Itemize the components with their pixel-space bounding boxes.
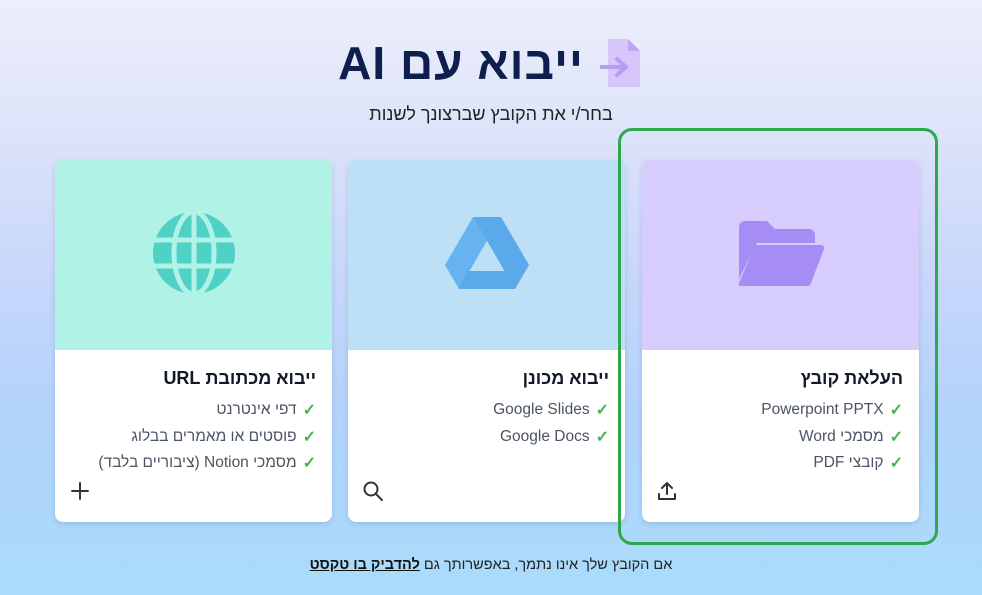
search-icon[interactable] (362, 480, 384, 502)
check-icon: ✓ (302, 428, 316, 446)
page-title: ייבוא עם AI (338, 37, 584, 89)
card-title: ייבוא מכונן (522, 368, 609, 388)
page-subtitle: בחר/י את הקובץ שברצונך לשנות (369, 104, 613, 124)
card-title: ייבוא מכתובת URL (163, 368, 316, 388)
feature-item: ✓ פוסטים או מאמרים בבלוג (131, 427, 316, 446)
import-url-card[interactable]: ייבוא מכתובת URL ✓ דפי אינטרנט ✓ פוסטים או… (55, 160, 332, 522)
check-icon: ✓ (302, 402, 316, 420)
import-drive-card[interactable]: ייבוא מכונן ✓ Google Slides ✓ Google Docs (348, 160, 625, 522)
globe-icon (151, 209, 237, 301)
feature-item: ✓ דפי אינטרנט (216, 401, 316, 420)
card-header-area (348, 160, 625, 350)
plus-icon[interactable] (69, 480, 91, 502)
feature-item: ✓ מסמכי Notion (ציבוריים בלבד) (98, 454, 316, 473)
footer-note: אם הקובץ שלך אינו נתמך, באפשרותך גם להדב… (0, 557, 982, 573)
paste-text-link[interactable]: להדביק בו טקסט (310, 557, 420, 573)
import-file-icon (597, 37, 644, 89)
selection-highlight (618, 128, 938, 545)
check-icon: ✓ (595, 428, 609, 446)
google-drive-icon (443, 215, 531, 296)
card-header-area (55, 160, 332, 350)
feature-item: ✓ Google Slides (493, 401, 609, 420)
feature-item: ✓ Google Docs (499, 427, 609, 446)
check-icon: ✓ (302, 455, 316, 473)
page-header: ייבוא עם AI (0, 36, 982, 90)
check-icon: ✓ (595, 402, 609, 420)
footer-text: אם הקובץ שלך אינו נתמך, באפשרותך גם (423, 557, 673, 573)
